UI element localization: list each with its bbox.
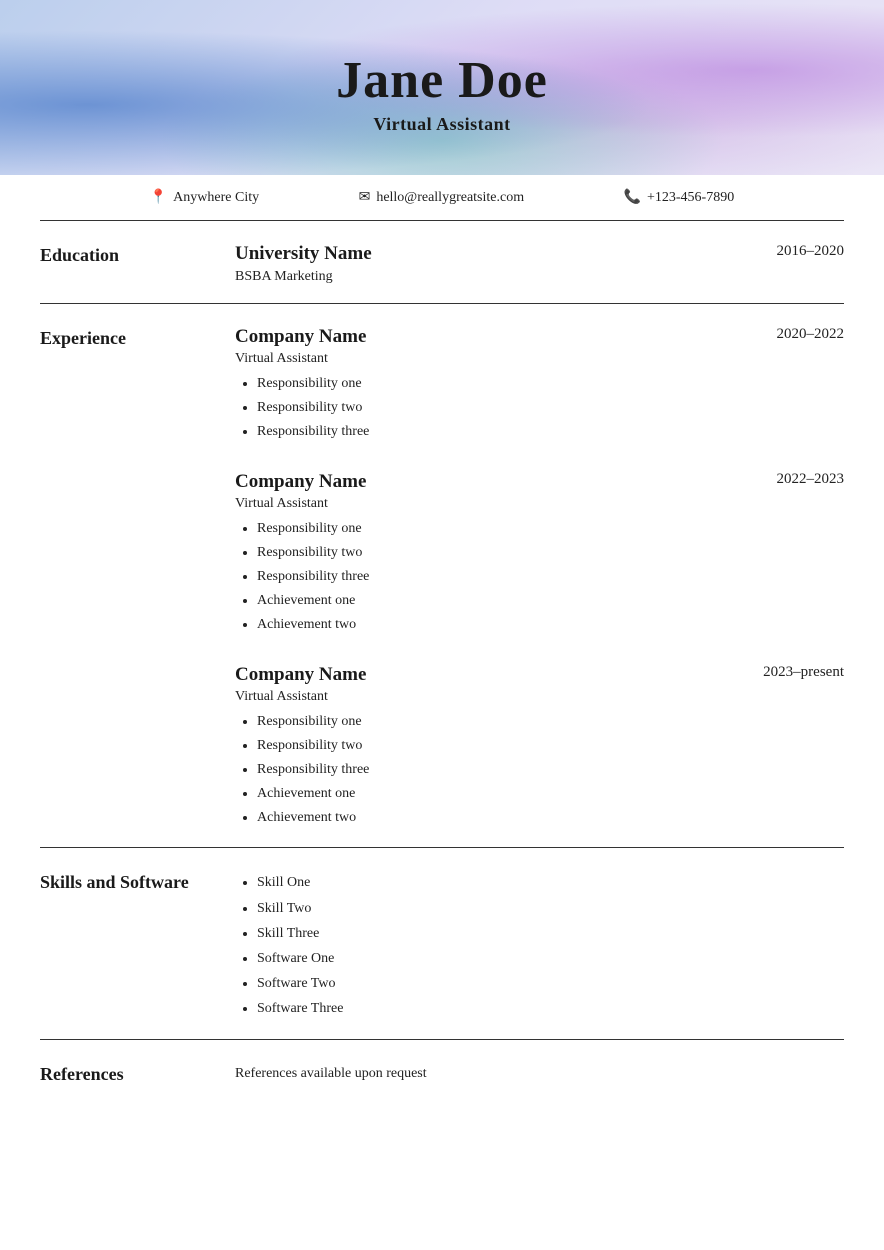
skill-item-2: Skill Three [257,921,844,946]
location-text: Anywhere City [173,190,259,206]
job-item-1-0: Responsibility one [257,517,844,541]
job-item-1-4: Achievement two [257,613,844,637]
job-item-1-1: Responsibility two [257,541,844,565]
job-role-1: Virtual Assistant [235,496,844,512]
skills-label: Skills and Software [40,870,235,1021]
candidate-name: Jane Doe [336,51,548,110]
candidate-title: Virtual Assistant [373,114,510,135]
skill-item-1: Skill Two [257,896,844,921]
job-item-0-2: Responsibility three [257,420,844,444]
job-item-2-3: Achievement one [257,782,844,806]
education-label: Education [40,243,235,285]
contact-phone: 📞 +123-456-7890 [624,189,735,206]
job-entry-1: Company Name 2022–2023 Virtual Assistant Re… [235,471,844,636]
jobs-container: Company Name 2020–2022 Virtual Assistant Re… [235,326,844,829]
contact-location: 📍 Anywhere City [150,189,259,206]
phone-icon: 📞 [624,189,641,206]
job-item-2-0: Responsibility one [257,710,844,734]
phone-text: +123-456-7890 [647,190,734,206]
job-entry-0: Company Name 2020–2022 Virtual Assistant Re… [235,326,844,443]
job-item-1-3: Achievement one [257,589,844,613]
email-icon: ✉ [359,189,371,206]
job-header-1: Company Name 2022–2023 [235,471,844,493]
header-background: Jane Doe Virtual Assistant [0,0,884,175]
job-item-2-4: Achievement two [257,806,844,830]
job-dates-0: 2020–2022 [777,326,845,343]
education-content: University Name 2016–2020 BSBA Marketing [235,243,844,285]
job-company-2: Company Name [235,664,366,686]
job-dates-2: 2023–present [763,664,844,681]
job-company-1: Company Name [235,471,366,493]
contact-email: ✉ hello@reallygreatsite.com [359,189,525,206]
job-role-2: Virtual Assistant [235,689,844,705]
experience-section: Experience Company Name 2020–2022 Virtual … [40,304,844,848]
experience-label: Experience [40,326,235,829]
job-item-0-1: Responsibility two [257,396,844,420]
resume-document: Jane Doe Virtual Assistant 📍 Anywhere Ci… [0,0,884,1250]
job-item-0-0: Responsibility one [257,372,844,396]
references-section: References References available upon req… [40,1040,844,1103]
skills-content: Skill OneSkill TwoSkill ThreeSoftware On… [235,870,844,1021]
job-dates-1: 2022–2023 [777,471,845,488]
references-text: References available upon request [235,1062,844,1082]
education-section: Education University Name 2016–2020 BSBA… [40,221,844,304]
job-item-2-2: Responsibility three [257,758,844,782]
job-list-2: Responsibility oneResponsibility twoResp… [257,710,844,829]
references-content: References available upon request [235,1062,844,1085]
main-content: Education University Name 2016–2020 BSBA… [0,221,884,1103]
job-list-0: Responsibility oneResponsibility twoResp… [257,372,844,443]
experience-content: Company Name 2020–2022 Virtual Assistant Re… [235,326,844,829]
education-dates: 2016–2020 [777,243,845,260]
skill-item-0: Skill One [257,870,844,895]
references-label: References [40,1062,235,1085]
job-header-0: Company Name 2020–2022 [235,326,844,348]
skill-item-3: Software One [257,946,844,971]
education-degree: BSBA Marketing [235,269,844,285]
header-content: Jane Doe Virtual Assistant [0,0,884,175]
education-institution: University Name [235,243,372,265]
contact-bar: 📍 Anywhere City ✉ hello@reallygreatsite.… [40,175,844,221]
job-item-1-2: Responsibility three [257,565,844,589]
skill-item-5: Software Three [257,996,844,1021]
job-header-2: Company Name 2023–present [235,664,844,686]
skill-item-4: Software Two [257,971,844,996]
job-role-0: Virtual Assistant [235,351,844,367]
education-entry-header: University Name 2016–2020 [235,243,844,265]
email-text: hello@reallygreatsite.com [376,190,524,206]
job-company-0: Company Name [235,326,366,348]
skills-list: Skill OneSkill TwoSkill ThreeSoftware On… [257,870,844,1021]
job-entry-2: Company Name 2023–present Virtual Assistan… [235,664,844,829]
location-icon: 📍 [150,189,167,206]
job-list-1: Responsibility oneResponsibility twoResp… [257,517,844,636]
skills-section: Skills and Software Skill OneSkill TwoSk… [40,848,844,1040]
job-item-2-1: Responsibility two [257,734,844,758]
